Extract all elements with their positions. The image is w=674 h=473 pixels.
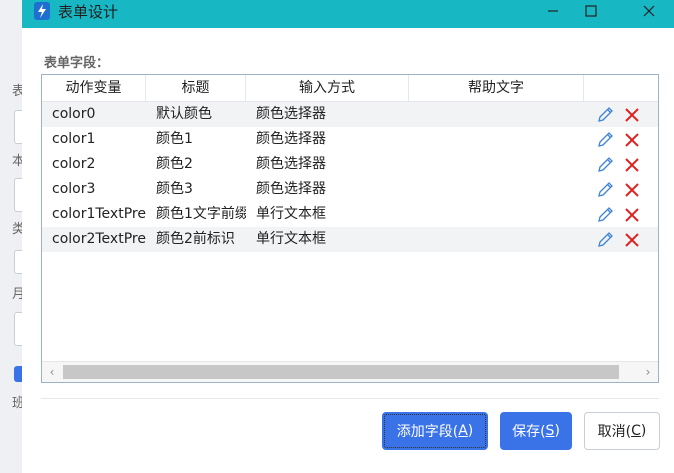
row-actions [584,127,658,152]
cell-variable: color2 [52,156,96,172]
save-button[interactable]: 保存(S) [500,412,572,450]
scroll-right-arrow[interactable]: › [638,362,658,382]
form-design-dialog: 表单设计 表单字段： 动作变量 标题 输入方式 帮助文字 color0 默认颜色… [22,0,674,473]
row-actions [584,202,658,227]
row-actions [584,227,658,252]
cell-input-method: 颜色选择器 [256,131,326,147]
column-header-title[interactable]: 标题 [146,75,246,101]
table-row[interactable]: color2TextPre 颜色2前标识 单行文本框 [42,227,658,252]
table-row[interactable]: color2 颜色2 颜色选择器 [42,152,658,177]
background-label-fragment: 类 [12,222,26,237]
footer-divider [41,398,659,399]
pencil-icon[interactable] [596,131,614,149]
scrollbar-thumb[interactable] [63,365,619,379]
cell-title: 颜色1 [156,131,193,147]
cell-help-text [409,227,584,252]
cell-input-method: 单行文本框 [256,206,326,222]
add-field-label: 添加字段( [396,424,459,440]
cell-title: 颜色1文字前缀 [156,206,246,222]
cancel-label-end: ) [640,423,647,439]
row-actions [584,102,658,127]
cell-variable: color0 [52,106,96,122]
cell-help-text [409,127,584,152]
cell-input-method: 颜色选择器 [256,106,326,122]
cell-title: 颜色3 [156,181,193,197]
row-actions [584,177,658,202]
background-label-fragment: 班 [12,396,26,411]
save-label-end: ) [554,423,560,439]
table-row[interactable]: color0 默认颜色 颜色选择器 [42,102,658,127]
cell-help-text [409,202,584,227]
column-header-help-text[interactable]: 帮助文字 [409,75,584,101]
cell-input-method: 颜色选择器 [256,156,326,172]
cell-variable: color1TextPre [52,206,146,222]
close-button[interactable] [626,0,672,22]
cell-input-method: 单行文本框 [256,231,326,247]
pencil-icon[interactable] [596,106,614,124]
cell-title: 默认颜色 [156,106,212,122]
maximize-icon [585,5,597,17]
delete-x-icon[interactable] [623,156,641,174]
cell-title: 颜色2 [156,156,193,172]
maximize-button[interactable] [568,0,614,22]
cancel-hotkey: C [631,423,641,439]
app-lightning-icon [34,2,50,20]
scroll-left-arrow[interactable]: ‹ [42,362,62,382]
add-field-label-end: ) [467,423,474,439]
form-fields-table[interactable]: 动作变量 标题 输入方式 帮助文字 color0 默认颜色 颜色选择器 colo… [41,74,659,383]
table-row[interactable]: color1 颜色1 颜色选择器 [42,127,658,152]
delete-x-icon[interactable] [623,181,641,199]
delete-x-icon[interactable] [623,231,641,249]
cell-variable: color2TextPre [52,231,146,247]
column-header-input-method[interactable]: 输入方式 [246,75,409,101]
cell-variable: color3 [52,181,96,197]
column-header-variable[interactable]: 动作变量 [42,75,146,101]
row-actions [584,152,658,177]
cell-help-text [409,102,584,127]
cell-input-method: 颜色选择器 [256,181,326,197]
save-hotkey: S [545,423,555,439]
close-icon [643,5,655,17]
background-label-fragment: 月 [12,287,26,302]
window-title: 表单设计 [58,3,119,21]
background-label-fragment: 表 [12,84,26,99]
column-header-actions [584,75,658,101]
cell-variable: color1 [52,131,96,147]
horizontal-scrollbar[interactable]: ‹ › [42,361,658,382]
delete-x-icon[interactable] [623,106,641,124]
title-bar[interactable]: 表单设计 [22,0,674,28]
minimize-icon [548,10,558,12]
cell-help-text [409,152,584,177]
background-window-strip: 表 本 类 月 班 [0,0,26,473]
pencil-icon[interactable] [596,156,614,174]
table-row[interactable]: color1TextPre 颜色1文字前缀 单行文本框 [42,202,658,227]
cancel-button[interactable]: 取消(C) [584,412,660,450]
background-checkbox-fragment [14,366,22,382]
form-fields-label: 表单字段： [44,56,110,71]
pencil-icon[interactable] [596,231,614,249]
pencil-icon[interactable] [596,206,614,224]
cell-title: 颜色2前标识 [156,231,235,247]
background-label-fragment: 本 [12,154,26,169]
table-row[interactable]: color3 颜色3 颜色选择器 [42,177,658,202]
pencil-icon[interactable] [596,181,614,199]
table-header: 动作变量 标题 输入方式 帮助文字 [42,75,658,102]
table-body: color0 默认颜色 颜色选择器 color1 颜色1 颜色选择器 color… [42,102,658,252]
delete-x-icon[interactable] [623,131,641,149]
add-field-button[interactable]: 添加字段(A) [382,412,488,450]
delete-x-icon[interactable] [623,206,641,224]
cell-help-text [409,177,584,202]
cancel-label: 取消( [597,424,632,440]
add-field-hotkey: A [458,423,468,439]
save-label: 保存( [512,424,546,440]
